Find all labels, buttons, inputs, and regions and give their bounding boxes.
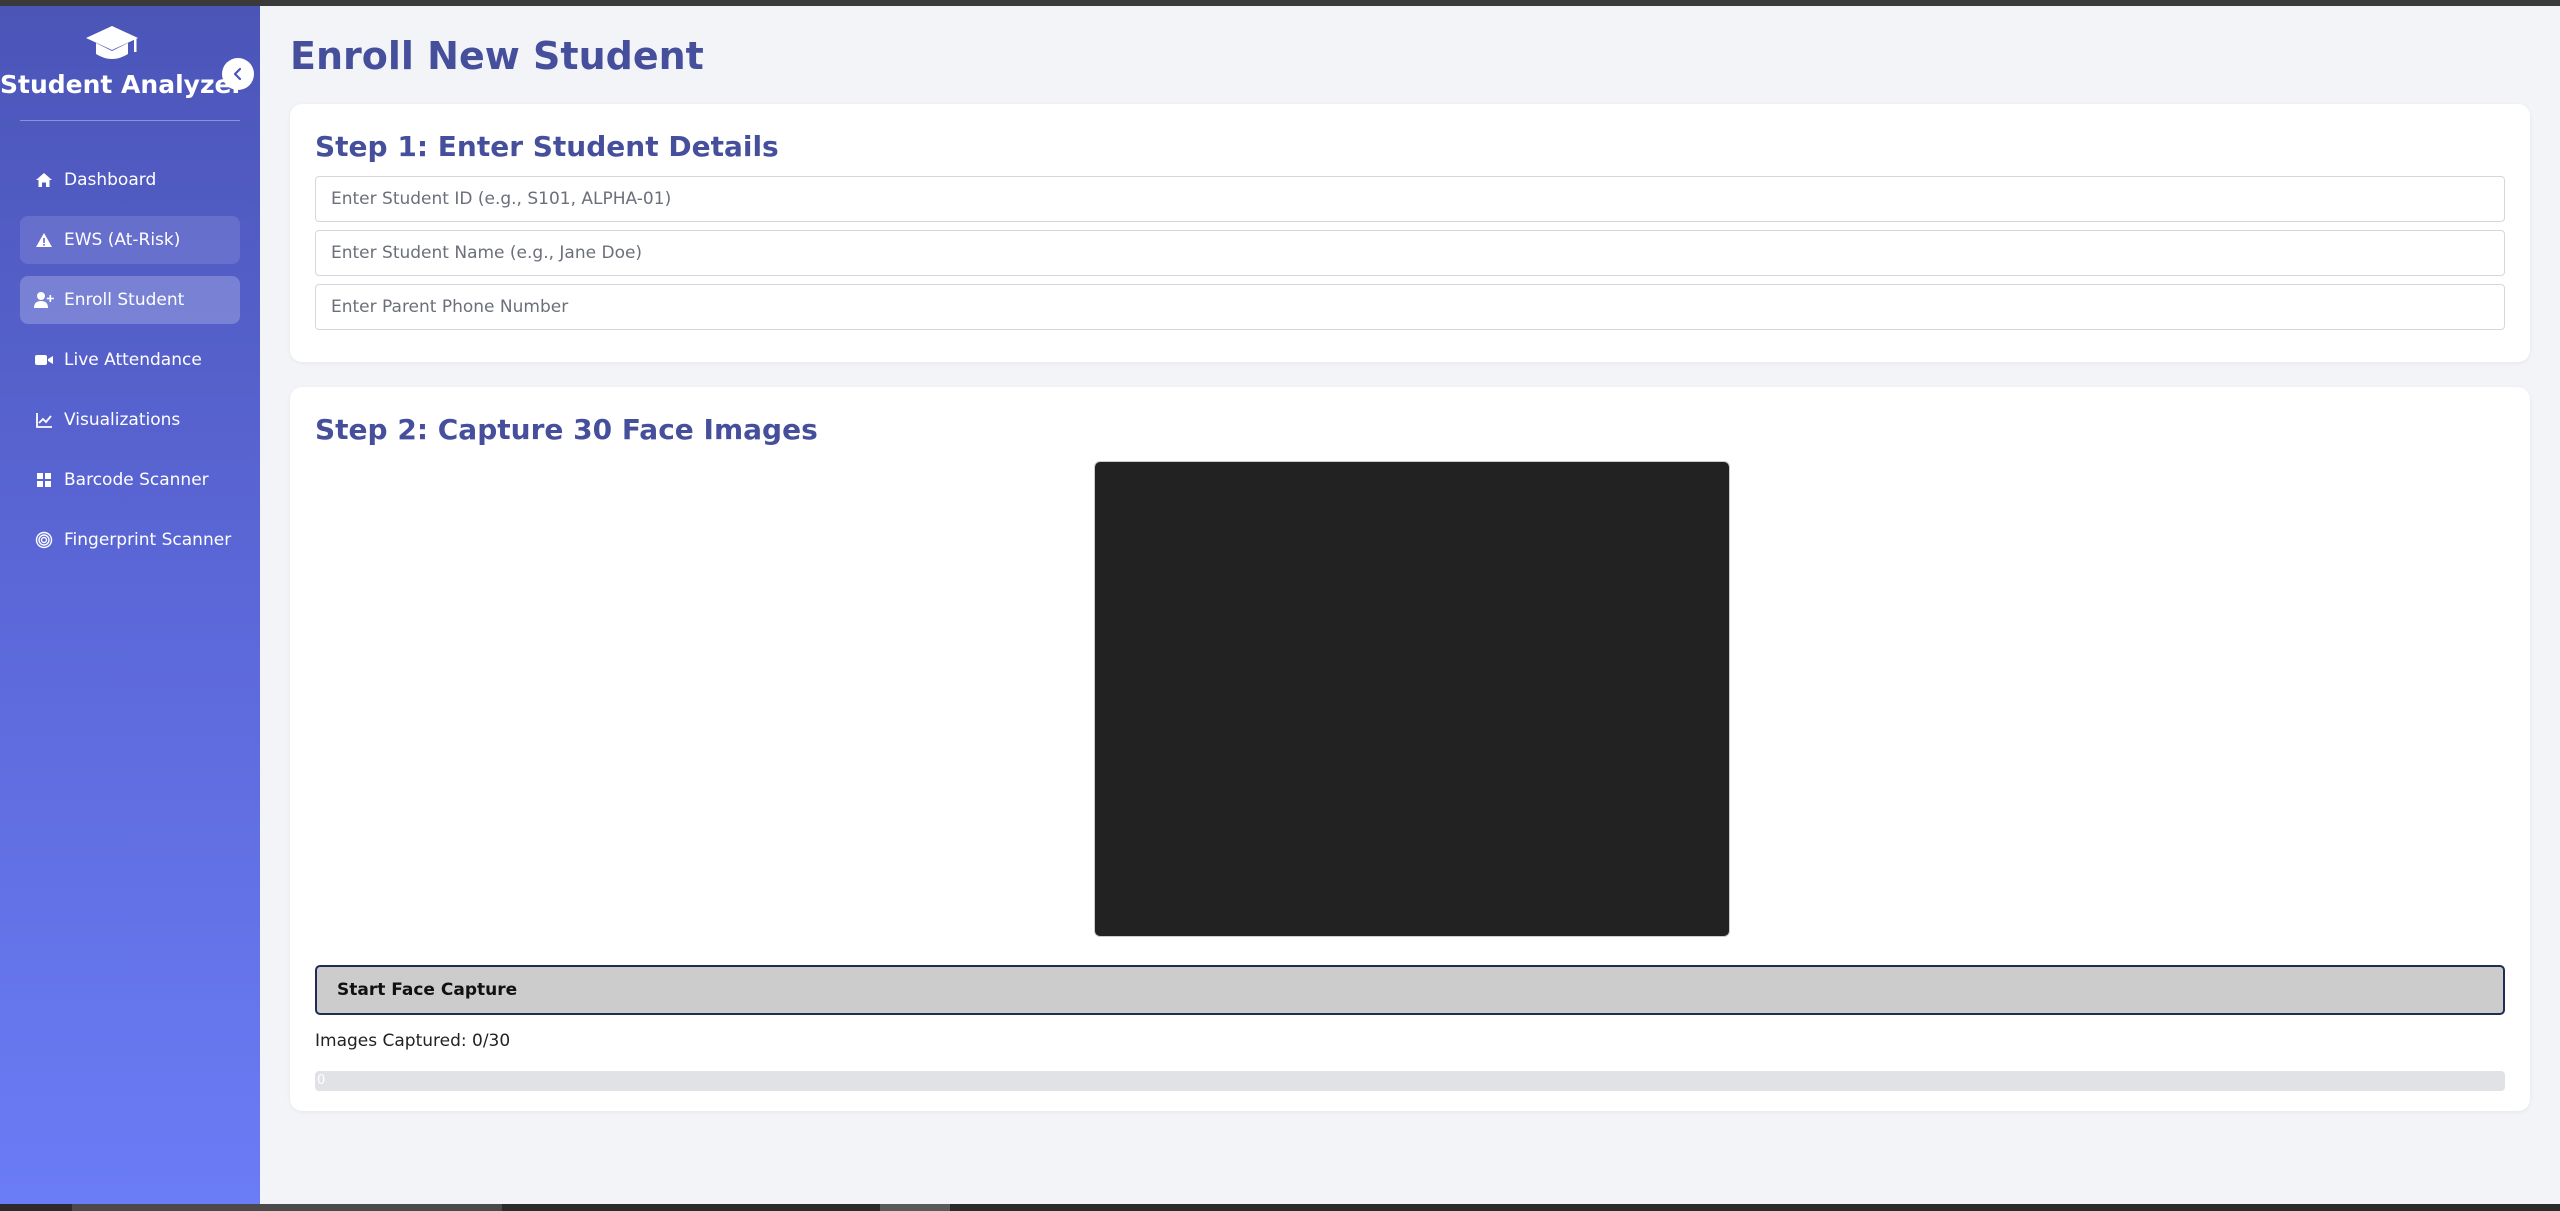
main-content: Enroll New Student Step 1: Enter Student… [260,6,2560,1204]
video-camera-icon [34,350,54,370]
brand-title: Student Analyzer [0,70,244,99]
sidebar-item-label: Live Attendance [64,350,202,370]
user-plus-icon [34,290,54,310]
step2-title: Step 2: Capture 30 Face Images [315,413,818,446]
warning-icon [34,230,54,250]
home-icon [34,170,54,190]
brand-divider [20,120,240,121]
student-details-card: Step 1: Enter Student Details [290,104,2530,362]
sidebar-item-label: Barcode Scanner [64,470,209,490]
page-title: Enroll New Student [290,34,704,78]
sidebar-item-ews[interactable]: EWS (At-Risk) [20,216,240,264]
face-capture-card: Step 2: Capture 30 Face Images Start Fac… [290,387,2530,1111]
collapse-sidebar-button[interactable] [222,58,254,90]
sidebar-item-fingerprint-scanner[interactable]: Fingerprint Scanner [20,516,240,564]
student-id-input[interactable] [315,176,2505,222]
sidebar-item-label: EWS (At-Risk) [64,230,181,250]
sidebar-item-label: Dashboard [64,170,157,190]
parent-phone-input[interactable] [315,284,2505,330]
capture-progress-label: 0 [317,1073,326,1088]
sidebar-item-live-attendance[interactable]: Live Attendance [20,336,240,384]
sidebar-item-label: Fingerprint Scanner [64,530,232,550]
sidebar: Student Analyzer Dashboard EWS (At-Risk)… [0,6,260,1204]
step1-title: Step 1: Enter Student Details [315,130,779,163]
sidebar-item-label: Visualizations [64,410,181,430]
student-name-input[interactable] [315,230,2505,276]
capture-progress-bar: 0 [315,1071,2505,1091]
sidebar-item-barcode-scanner[interactable]: Barcode Scanner [20,456,240,504]
start-face-capture-button[interactable]: Start Face Capture [315,965,2505,1015]
fingerprint-icon [34,530,54,550]
grid-icon [34,470,54,490]
chevron-left-icon [233,67,242,81]
images-captured-status: Images Captured: 0/30 [315,1031,511,1051]
sidebar-nav: Dashboard EWS (At-Risk) Enroll Student L… [20,156,240,576]
brand: Student Analyzer [0,24,244,99]
graduation-cap-icon [86,26,138,59]
window-bottom-strip [0,1204,2560,1211]
chart-icon [34,410,54,430]
sidebar-item-label: Enroll Student [64,290,185,310]
camera-preview [1094,461,1730,937]
sidebar-item-visualizations[interactable]: Visualizations [20,396,240,444]
sidebar-item-dashboard[interactable]: Dashboard [20,156,240,204]
sidebar-item-enroll-student[interactable]: Enroll Student [20,276,240,324]
